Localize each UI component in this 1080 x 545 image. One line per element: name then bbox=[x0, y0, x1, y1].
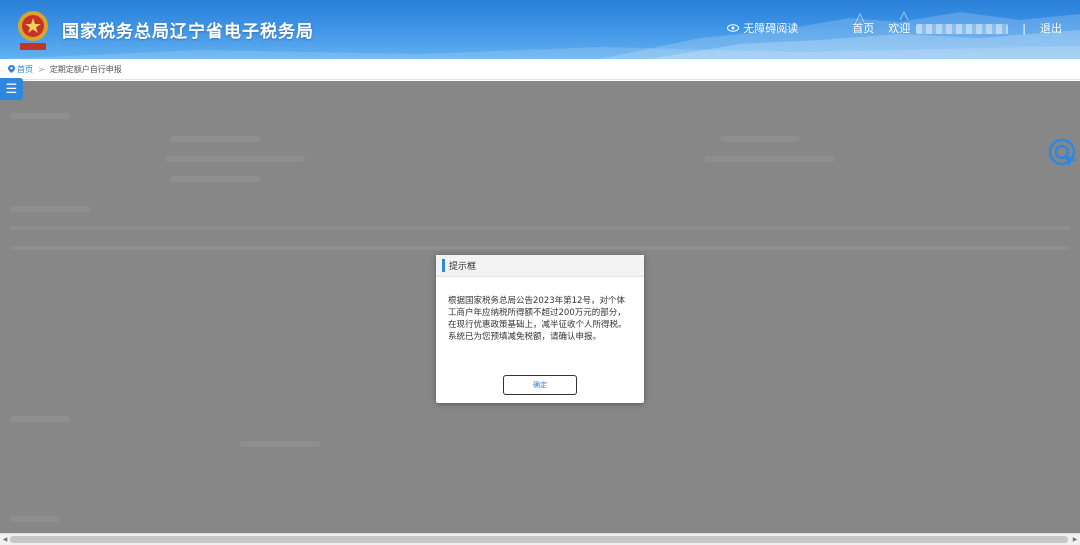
dimmed-content bbox=[10, 516, 60, 522]
dimmed-content bbox=[165, 156, 305, 162]
dialog-footer: 确定 bbox=[436, 375, 644, 395]
dimmed-content bbox=[10, 206, 90, 212]
menu-icon: ☰ bbox=[5, 81, 18, 97]
dimmed-content bbox=[720, 136, 800, 142]
welcome-text: 欢迎 bbox=[888, 22, 911, 35]
dimmed-content bbox=[10, 226, 1070, 230]
home-link[interactable]: 首页 bbox=[852, 20, 874, 36]
side-widget-label bbox=[1062, 169, 1064, 176]
dimmed-content bbox=[705, 156, 835, 162]
dialog-header: 提示框 bbox=[436, 255, 644, 277]
confirm-button[interactable]: 确定 bbox=[503, 375, 577, 395]
breadcrumb-current: 定期定额户自行申报 bbox=[49, 64, 122, 74]
welcome-label: 欢迎 bbox=[888, 20, 1009, 36]
breadcrumb: 首页 > 定期定额户自行申报 bbox=[0, 59, 1080, 80]
header-nav: 无障碍阅读 首页 欢迎 | 退出 bbox=[727, 20, 1062, 36]
horizontal-scrollbar[interactable]: ◀ ▶ bbox=[0, 533, 1080, 545]
site-header: 国家税务总局辽宁省电子税务局 无障碍阅读 首页 欢迎 | 退出 bbox=[0, 0, 1080, 59]
dialog-title: 提示框 bbox=[449, 262, 477, 272]
breadcrumb-home[interactable]: 首页 bbox=[8, 64, 33, 75]
cursor-target-icon bbox=[1048, 138, 1077, 167]
accessible-reading-link[interactable]: 无障碍阅读 bbox=[727, 20, 798, 36]
dialog-message: 根据国家税务总局公告2023年第12号，对个体工商户年应纳税所得额不超过200万… bbox=[448, 296, 627, 342]
site-title: 国家税务总局辽宁省电子税务局 bbox=[62, 22, 314, 42]
prompt-dialog: 提示框 根据国家税务总局公告2023年第12号，对个体工商户年应纳税所得额不超过… bbox=[436, 255, 644, 403]
scroll-left-icon[interactable]: ◀ bbox=[0, 534, 10, 545]
location-pin-icon bbox=[8, 65, 15, 73]
dimmed-content bbox=[10, 113, 70, 119]
menu-toggle-button[interactable]: ☰ bbox=[0, 78, 23, 100]
dimmed-content bbox=[240, 441, 320, 447]
scroll-right-icon[interactable]: ▶ bbox=[1070, 534, 1080, 545]
eye-icon bbox=[727, 24, 740, 32]
accessible-reading-label: 无障碍阅读 bbox=[743, 22, 799, 35]
dimmed-content bbox=[10, 416, 70, 422]
logout-link[interactable]: 退出 bbox=[1040, 20, 1062, 36]
breadcrumb-arrow: > bbox=[38, 64, 45, 74]
side-float-widget[interactable] bbox=[1046, 138, 1080, 186]
scrollbar-thumb[interactable] bbox=[10, 536, 1068, 543]
username-redacted bbox=[916, 24, 1009, 34]
dimmed-content bbox=[170, 176, 260, 182]
dialog-title-accent bbox=[442, 259, 445, 272]
breadcrumb-home-label: 首页 bbox=[17, 64, 33, 74]
tax-bureau-emblem-icon bbox=[14, 8, 52, 52]
dimmed-content bbox=[170, 136, 260, 142]
dimmed-content bbox=[10, 246, 1070, 250]
header-separator: | bbox=[1022, 21, 1026, 35]
